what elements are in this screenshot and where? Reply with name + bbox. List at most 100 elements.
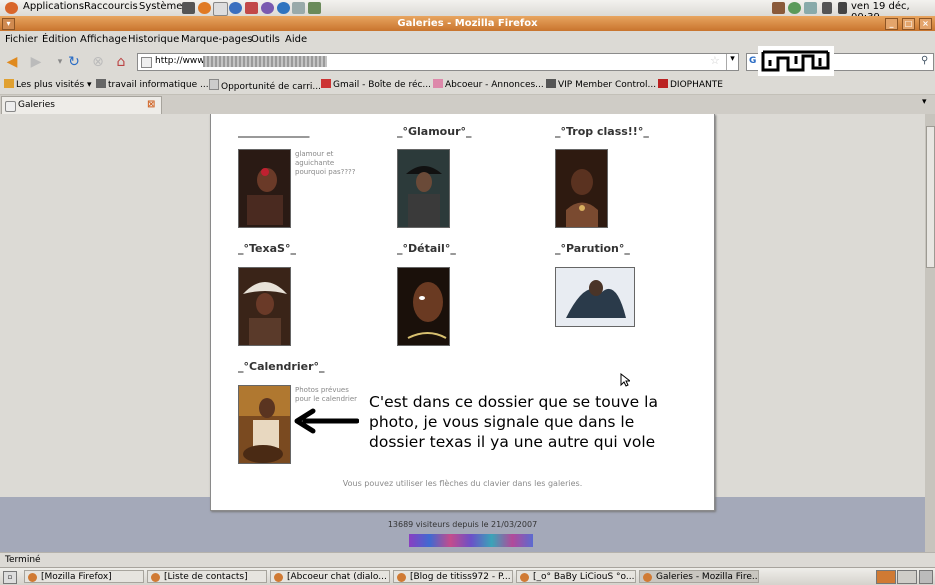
gallery-title-2[interactable]: _°Glamour°_ xyxy=(397,125,472,138)
ubuntu-logo-icon[interactable] xyxy=(5,2,18,14)
home-button[interactable]: ⌂ xyxy=(113,54,129,70)
keyboard-hint-text: Vous pouvez utiliser les flèches du clav… xyxy=(342,479,583,488)
bookmark-label: travail informatique ... xyxy=(108,80,209,90)
menu-history[interactable]: Historique xyxy=(128,34,179,45)
chat-launcher-icon[interactable] xyxy=(261,2,274,14)
status-bar: Terminé xyxy=(0,552,935,568)
firefox-launcher-icon[interactable] xyxy=(198,2,211,14)
maze-pattern-image xyxy=(758,46,834,76)
bookmark-travail[interactable]: travail informatique ... xyxy=(96,79,209,90)
tray-update-icon[interactable] xyxy=(788,2,801,14)
visitor-counter: 13689 visiteurs depuis le 21/03/2007 xyxy=(387,520,538,529)
tray-network-icon[interactable] xyxy=(804,2,817,14)
calendar-launcher-icon[interactable] xyxy=(245,2,258,14)
help-launcher-icon[interactable] xyxy=(229,2,242,14)
menu-help[interactable]: Aide xyxy=(285,34,307,45)
search-engine-icon[interactable]: G xyxy=(749,56,756,66)
stop-button[interactable]: ⊗ xyxy=(90,54,106,70)
site-favicon-icon xyxy=(141,57,152,68)
gmail-icon xyxy=(321,79,331,88)
menu-file[interactable]: Fichier xyxy=(5,34,38,45)
close-window-button[interactable]: × xyxy=(919,18,932,30)
gallery-thumb-2[interactable] xyxy=(397,149,450,228)
bookmark-vip[interactable]: VIP Member Control... xyxy=(546,79,656,90)
panel-menu-system[interactable]: Système xyxy=(139,1,182,12)
minimize-button[interactable]: _ xyxy=(885,18,898,30)
chevron-down-icon: ▾ xyxy=(84,80,92,90)
menu-view[interactable]: Affichage xyxy=(80,34,127,45)
bookmark-favicon-icon xyxy=(658,79,668,88)
gallery-title-7[interactable]: _°Calendrier°_ xyxy=(238,360,325,373)
tab-galeries[interactable]: Galeries ⊠ xyxy=(1,96,162,115)
bookmark-star-icon[interactable]: ☆ xyxy=(710,54,720,67)
window-menu-icon[interactable]: ▾ xyxy=(2,18,15,30)
menu-tools[interactable]: Outils xyxy=(251,34,280,45)
vertical-scrollbar[interactable] xyxy=(925,114,935,552)
workspace-2-icon[interactable] xyxy=(897,570,917,584)
volume-icon[interactable] xyxy=(838,2,847,14)
panel-menu-applications[interactable]: Applications xyxy=(23,1,84,12)
bookmark-abcoeur[interactable]: Abcoeur - Annonces... xyxy=(433,79,544,90)
page-viewport: _____________ glamour et aguichante pour… xyxy=(0,114,925,552)
gallery-thumb-3[interactable] xyxy=(555,149,608,228)
bookmark-favicon-icon xyxy=(209,79,219,90)
gallery-desc-1: glamour et aguichante pourquoi pas???? xyxy=(295,150,356,176)
taskbar-item-2[interactable]: [Liste de contacts] xyxy=(147,570,267,583)
bookmark-most-visited[interactable]: Les plus visités ▾ xyxy=(4,79,92,90)
menu-edit[interactable]: Édition xyxy=(42,34,77,45)
trash-icon[interactable] xyxy=(919,570,933,584)
network-launcher-icon[interactable] xyxy=(277,2,290,14)
bottom-taskbar: ▫ [Mozilla Firefox] [Liste de contacts] … xyxy=(0,567,935,585)
gallery-thumb-6[interactable] xyxy=(555,267,635,327)
arrow-left-annotation-icon xyxy=(294,408,359,434)
back-button[interactable]: ◀ xyxy=(4,54,20,70)
forward-button[interactable]: ▶ xyxy=(28,54,44,70)
gallery-thumb-4[interactable] xyxy=(238,267,291,346)
bookmark-favicon-icon xyxy=(546,79,556,88)
menu-bookmarks[interactable]: Marque-pages xyxy=(181,34,252,45)
top-panel: Applications Raccourcis Système ven 19 d… xyxy=(0,0,935,23)
window-titlebar[interactable]: Galeries - Mozilla Firefox ▾ _ □ × xyxy=(0,16,935,31)
gallery-thumb-1[interactable] xyxy=(238,149,291,228)
folder-icon xyxy=(4,79,14,88)
contacts-launcher-icon[interactable] xyxy=(308,2,321,14)
gallery-thumb-7[interactable] xyxy=(238,385,291,464)
url-dropdown-icon[interactable]: ▾ xyxy=(726,54,738,70)
url-bar[interactable]: http://www.t ☆ ▾ xyxy=(137,53,739,71)
bookmark-label: Opportunité de carri... xyxy=(221,82,321,92)
maximize-button[interactable]: □ xyxy=(902,18,915,30)
tray-app-icon[interactable] xyxy=(772,2,785,14)
search-icon[interactable]: ⚲ xyxy=(921,55,928,66)
tray-display-icon[interactable] xyxy=(822,2,832,14)
gallery-title-3[interactable]: _°Trop class!!°_ xyxy=(555,125,649,138)
close-tab-icon[interactable]: ⊠ xyxy=(147,99,155,110)
gallery-title-1[interactable]: _____________ xyxy=(238,125,310,138)
tab-list-chevron-icon[interactable]: ▾ xyxy=(922,97,927,107)
taskbar-item-3[interactable]: [Abcoeur chat (dialo... xyxy=(270,570,390,583)
taskbar-item-6[interactable]: Galeries - Mozilla Fire... xyxy=(639,570,759,583)
show-desktop-icon[interactable]: ▫ xyxy=(3,571,17,584)
gallery-thumb-5[interactable] xyxy=(397,267,450,346)
bookmark-label: Gmail - Boîte de réc... xyxy=(333,80,432,90)
reload-button[interactable]: ↻ xyxy=(66,54,82,70)
gallery-title-4[interactable]: _°TexaS°_ xyxy=(238,242,296,255)
panel-menu-shortcuts[interactable]: Raccourcis xyxy=(84,1,138,12)
bookmark-gmail[interactable]: Gmail - Boîte de réc... xyxy=(321,79,431,90)
bookmark-opportunite[interactable]: Opportunité de carri... xyxy=(209,79,321,92)
workspace-1-icon[interactable] xyxy=(876,570,896,584)
gallery-title-6[interactable]: _°Parution°_ xyxy=(555,242,630,255)
file-launcher-icon[interactable] xyxy=(292,2,305,14)
url-text: http://www.t xyxy=(155,56,211,66)
gallery-desc-7: Photos prévues pour le calendrier xyxy=(295,386,358,403)
launcher-icon[interactable] xyxy=(182,2,195,14)
bookmark-label: VIP Member Control... xyxy=(558,80,657,90)
scrollbar-thumb[interactable] xyxy=(926,126,935,268)
taskbar-item-1[interactable]: [Mozilla Firefox] xyxy=(24,570,144,583)
gallery-page: _____________ glamour et aguichante pour… xyxy=(210,114,715,511)
taskbar-item-5[interactable]: [_o° BaBy LiCiouS °o... xyxy=(516,570,636,583)
taskbar-item-4[interactable]: [Blog de titiss972 - P... xyxy=(393,570,513,583)
mail-launcher-icon[interactable] xyxy=(213,2,228,16)
gallery-title-5[interactable]: _°Détail°_ xyxy=(397,242,456,255)
annotation-text: C'est dans ce dossier que se touve la ph… xyxy=(369,393,658,451)
bookmark-diophante[interactable]: DIOPHANTE xyxy=(658,79,723,90)
